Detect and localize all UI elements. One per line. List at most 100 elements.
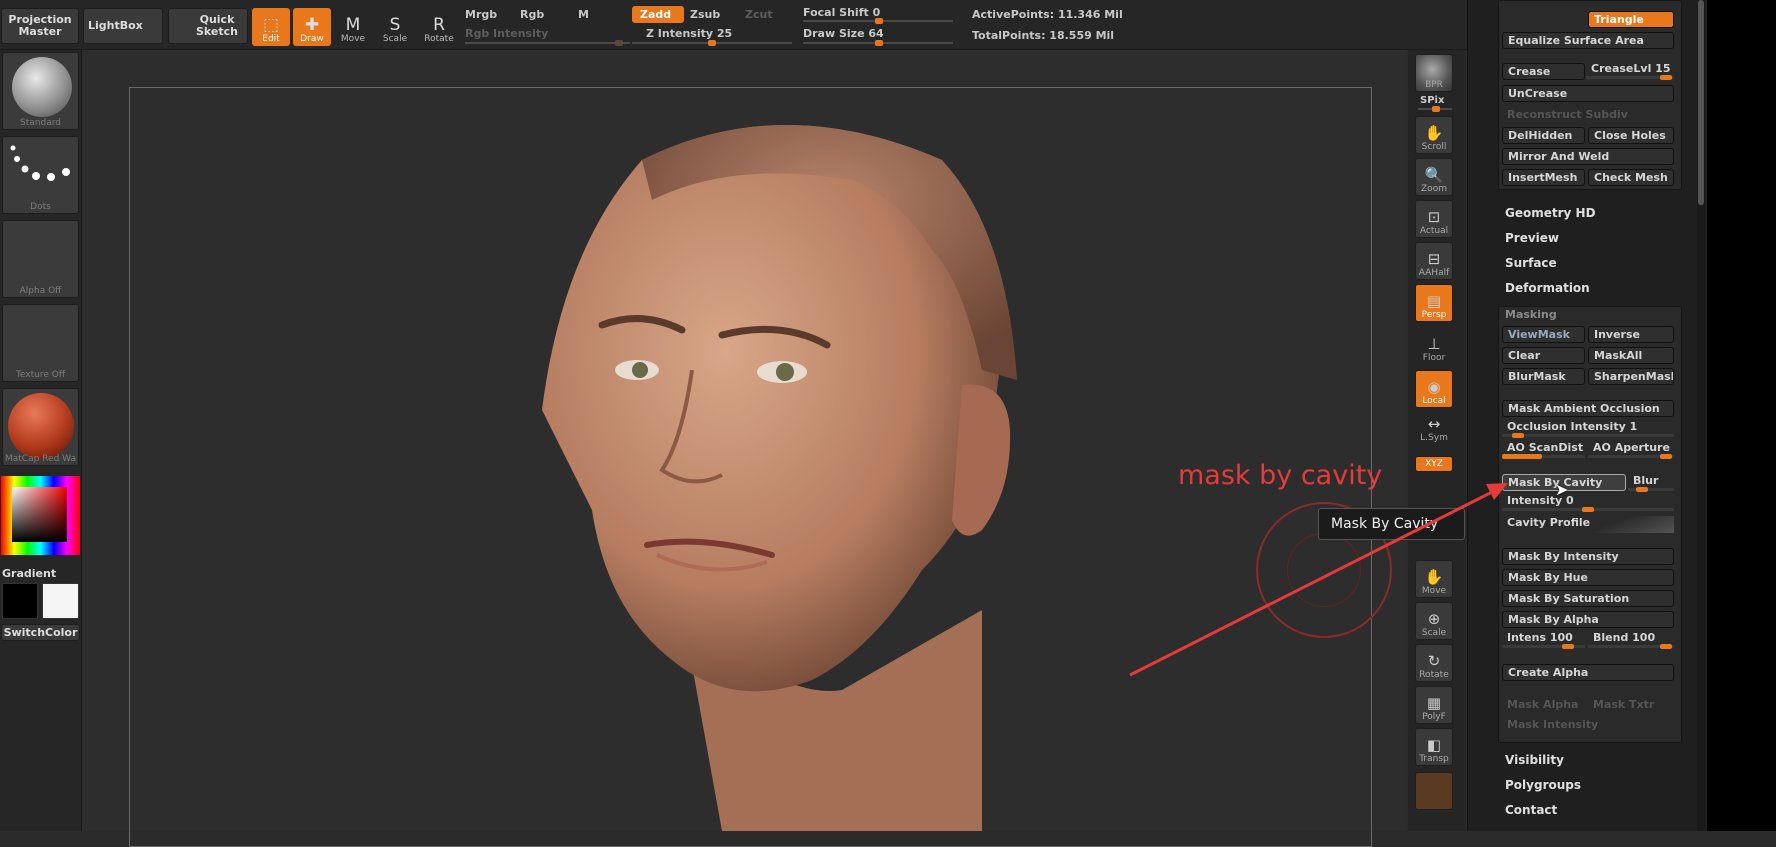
focal-shift-slider[interactable]: Focal Shift 0	[803, 6, 880, 19]
clear-mask-button[interactable]: Clear	[1502, 347, 1585, 364]
zoom-button[interactable]: 🔍 Zoom	[1415, 158, 1453, 196]
cavity-blur-slider[interactable]: Blur	[1628, 474, 1674, 492]
mirror-and-weld-button[interactable]: Mirror And Weld	[1502, 148, 1674, 165]
visibility-header[interactable]: Visibility	[1505, 753, 1564, 767]
spix-track[interactable]	[1418, 106, 1452, 112]
rgb-intensity-track[interactable]	[465, 40, 630, 46]
mask-ambient-occlusion-button[interactable]: Mask Ambient Occlusion	[1502, 400, 1674, 417]
floor-button[interactable]: ⊥ Floor	[1415, 326, 1453, 364]
inverse-button[interactable]: Inverse	[1588, 326, 1674, 343]
rgb-intensity-slider[interactable]: Rgb Intensity	[465, 27, 548, 40]
crease-level-slider[interactable]: CreaseLvl 15	[1586, 62, 1674, 80]
draw-size-track[interactable]	[803, 40, 953, 46]
ao-scandist-slider[interactable]: AO ScanDist	[1502, 441, 1585, 459]
rotate-tool-button[interactable]: R Rotate	[420, 8, 458, 46]
color-square[interactable]	[12, 487, 67, 542]
rgb-button[interactable]: Rgb	[520, 8, 544, 21]
switch-color-button[interactable]: SwitchColor	[1, 624, 80, 641]
ao-aperture-slider[interactable]: AO Aperture	[1588, 441, 1674, 459]
close-holes-button[interactable]: Close Holes	[1588, 127, 1674, 144]
surface-header[interactable]: Surface	[1505, 256, 1557, 270]
geometry-hd-header[interactable]: Geometry HD	[1505, 206, 1596, 220]
z-intensity-track[interactable]	[632, 40, 792, 46]
zcut-button[interactable]: Zcut	[745, 8, 773, 21]
mask-by-hue-button[interactable]: Mask By Hue	[1502, 569, 1674, 586]
draw-tool-button[interactable]: ✚ Draw	[293, 8, 331, 46]
maskall-button[interactable]: MaskAll	[1588, 347, 1674, 364]
brush-selector[interactable]: Standard	[2, 52, 79, 130]
bpr-button[interactable]: BPR	[1415, 54, 1453, 92]
secondary-color-swatch[interactable]	[42, 583, 79, 619]
create-alpha-button[interactable]: Create Alpha	[1502, 664, 1674, 681]
rgb-intensity-knob[interactable]	[615, 40, 623, 46]
spix-knob[interactable]	[1432, 106, 1440, 112]
insertmesh-button[interactable]: InsertMesh	[1502, 169, 1585, 186]
z-intensity-knob[interactable]	[708, 40, 716, 46]
texture-selector[interactable]: Texture Off	[2, 304, 79, 382]
intens-knob[interactable]	[1562, 644, 1574, 649]
cavity-profile-curve[interactable]: Cavity Profile	[1502, 516, 1674, 533]
mask-intensity-slider[interactable]: Mask Intensity	[1502, 716, 1674, 733]
intens-slider[interactable]: Intens 100	[1502, 631, 1585, 649]
palette-scrollbar[interactable]	[1697, 0, 1705, 831]
scale-tool-button[interactable]: S Scale	[376, 8, 414, 46]
rotate-view-button[interactable]: ↻ Rotate	[1415, 644, 1453, 682]
triangle-button[interactable]: Triangle	[1588, 11, 1674, 28]
viewport-canvas[interactable]	[82, 50, 1407, 847]
contact-header[interactable]: Contact	[1505, 803, 1557, 817]
equalize-surface-area-button[interactable]: Equalize Surface Area	[1502, 32, 1674, 49]
mask-by-saturation-button[interactable]: Mask By Saturation	[1502, 590, 1674, 607]
check-mesh-button[interactable]: Check Mesh	[1588, 169, 1674, 186]
ao-aperture-knob[interactable]	[1660, 454, 1672, 459]
occlusion-intensity-knob[interactable]	[1512, 433, 1524, 438]
zadd-button[interactable]: Zadd	[632, 6, 684, 23]
draw-size-knob[interactable]	[875, 40, 883, 46]
head-model[interactable]	[82, 50, 1407, 831]
xyz-button[interactable]: XYZ	[1415, 456, 1453, 472]
scale-view-button[interactable]: ⊕ Scale	[1415, 602, 1453, 640]
polygroups-header[interactable]: Polygroups	[1505, 778, 1581, 792]
stroke-selector[interactable]: Dots	[2, 136, 79, 214]
aahalf-button[interactable]: ⊟ AAHalf	[1415, 242, 1453, 280]
quick-sketch-button[interactable]: Quick Sketch	[168, 8, 248, 44]
projection-master-button[interactable]: Projection Master	[1, 8, 79, 44]
cavity-intensity-slider[interactable]: Intensity 0	[1502, 494, 1674, 512]
draw-size-slider[interactable]: Draw Size 64	[803, 27, 884, 40]
edit-tool-button[interactable]: ⬚ Edit	[252, 8, 290, 46]
viewmask-button[interactable]: ViewMask	[1502, 326, 1585, 343]
mask-txtr-button[interactable]: Mask Txtr	[1588, 696, 1674, 713]
move-tool-button[interactable]: M Move	[334, 8, 372, 46]
color-picker[interactable]	[1, 476, 80, 555]
lightbox-button[interactable]: LightBox	[83, 8, 163, 44]
ao-scandist-knob[interactable]	[1502, 454, 1542, 459]
mask-by-alpha-button[interactable]: Mask By Alpha	[1502, 611, 1674, 628]
occlusion-intensity-slider[interactable]: Occlusion Intensity 1	[1502, 420, 1674, 438]
local-button[interactable]: ◉ Local	[1415, 370, 1453, 408]
focal-shift-knob[interactable]	[875, 18, 883, 24]
actual-button[interactable]: ⊡ Actual	[1415, 200, 1453, 238]
deformation-header[interactable]: Deformation	[1505, 281, 1590, 295]
mask-alpha-button[interactable]: Mask Alpha	[1502, 696, 1585, 713]
crease-button[interactable]: Crease	[1502, 63, 1585, 80]
preview-header[interactable]: Preview	[1505, 231, 1559, 245]
ghost-button[interactable]	[1415, 772, 1453, 810]
material-selector[interactable]: MatCap Red Wa	[2, 388, 79, 466]
mrgb-button[interactable]: Mrgb	[465, 8, 497, 21]
cavity-intensity-knob[interactable]	[1582, 507, 1594, 512]
palette-scrollbar-thumb[interactable]	[1698, 0, 1704, 205]
zsub-button[interactable]: Zsub	[690, 8, 720, 21]
cavity-blur-knob[interactable]	[1636, 487, 1648, 492]
reconstruct-subdiv-button[interactable]: Reconstruct Subdiv	[1502, 106, 1674, 123]
polyf-button[interactable]: ▦ PolyF	[1415, 686, 1453, 724]
blend-knob[interactable]	[1660, 644, 1672, 649]
transp-button[interactable]: ◧ Transp	[1415, 728, 1453, 766]
alpha-selector[interactable]: Alpha Off	[2, 220, 79, 298]
z-intensity-slider[interactable]: Z Intensity 25	[646, 27, 732, 40]
spix-slider[interactable]: SPix	[1420, 95, 1444, 106]
masking-header[interactable]: Masking	[1505, 308, 1557, 321]
move-view-button[interactable]: ✋ Move	[1415, 560, 1453, 598]
blurmask-button[interactable]: BlurMask	[1502, 368, 1585, 385]
uncrease-button[interactable]: UnCrease	[1502, 85, 1674, 102]
crease-level-knob[interactable]	[1660, 75, 1672, 80]
sharpenmask-button[interactable]: SharpenMask	[1588, 368, 1674, 385]
